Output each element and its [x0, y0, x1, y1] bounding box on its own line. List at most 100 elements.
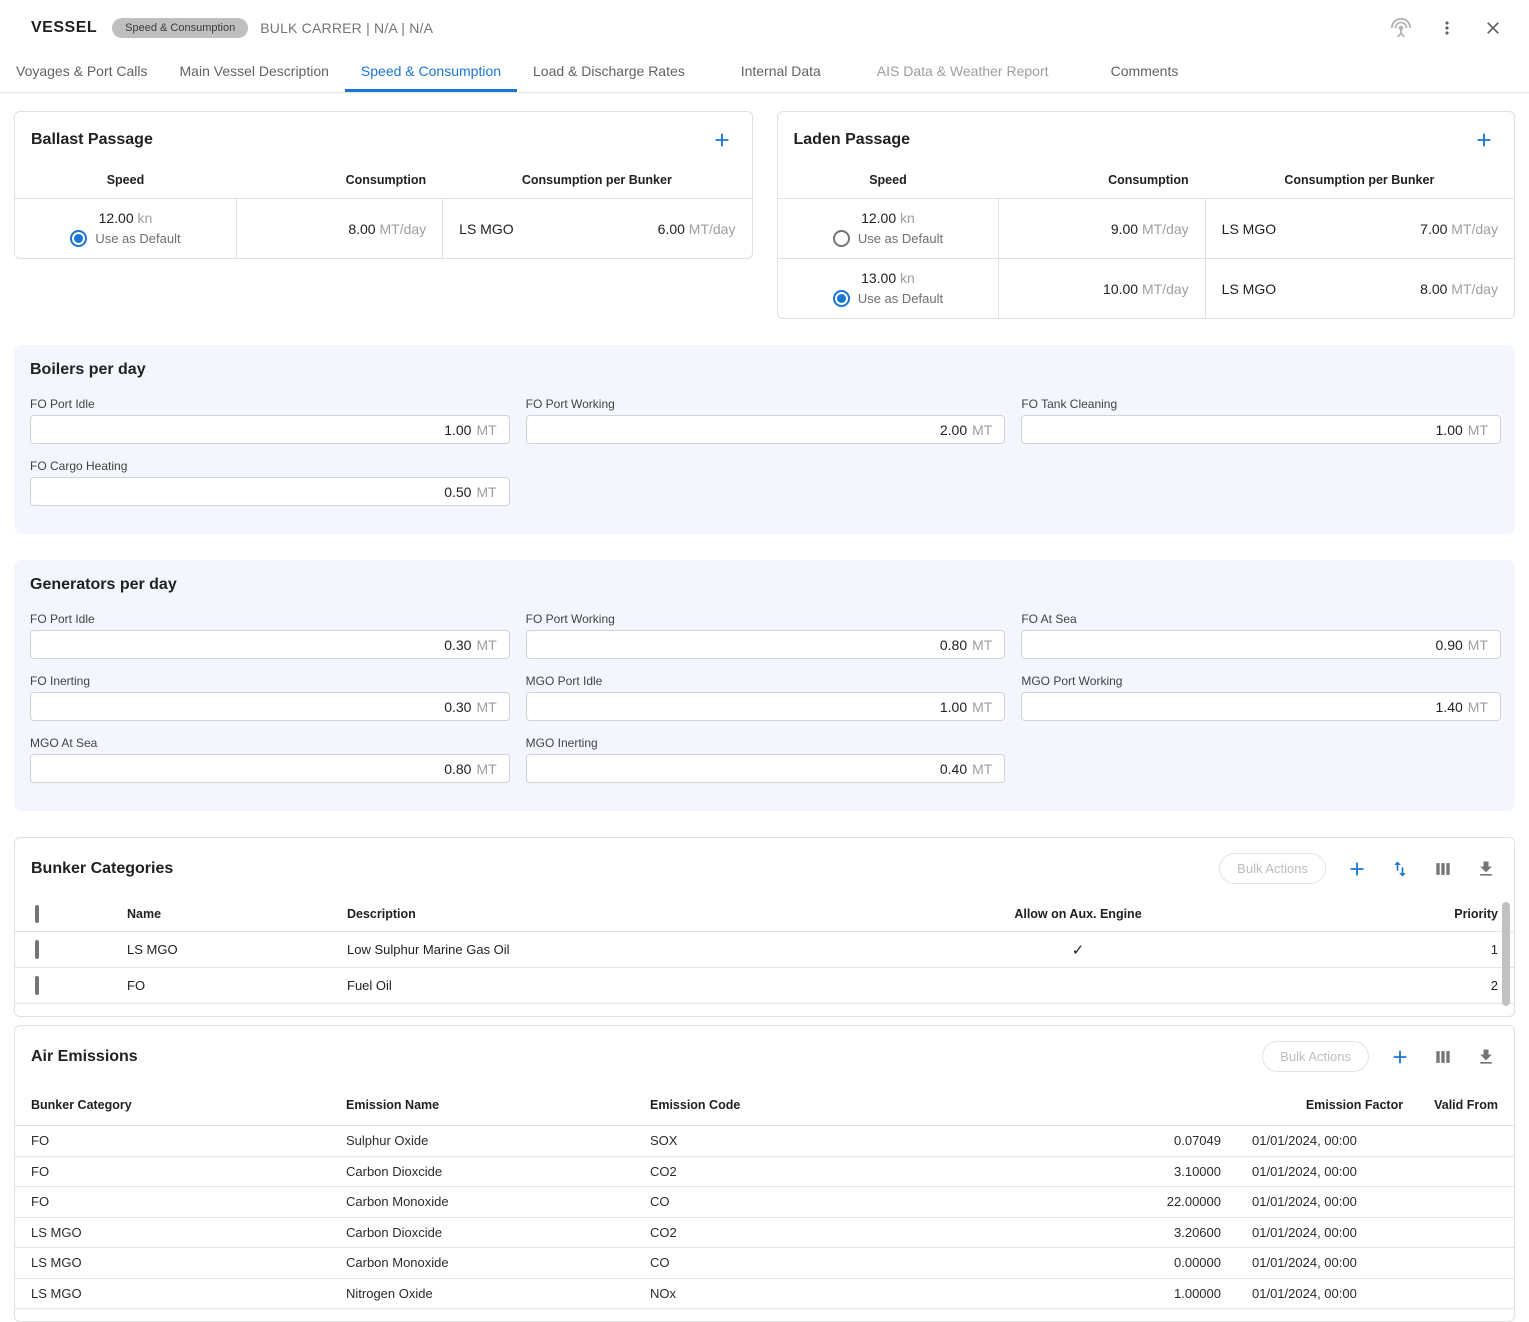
row-checkbox[interactable] [35, 940, 39, 959]
bunker-categories-title: Bunker Categories [31, 860, 173, 878]
add-laden-speed-button[interactable] [1472, 128, 1496, 152]
column-consumption-per-bunker: Consumption per Bunker [442, 173, 751, 187]
emission-valid-from: 01/01/2024, 00:00 [1221, 1133, 1498, 1148]
column-emission-factor: Emission Factor [650, 1098, 1403, 1112]
emission-factor: CO23.10000 [650, 1164, 1221, 1179]
table-row[interactable]: FO Fuel Oil 2 [15, 968, 1514, 1004]
field-mgo-port-working: MGO Port Working 1.40MT [1021, 674, 1501, 721]
ballast-passage-card: Ballast Passage Speed Consumption Consum… [14, 111, 753, 259]
generators-per-day-section: Generators per day FO Port Idle 0.30MT F… [14, 560, 1515, 811]
laden-passage-card: Laden Passage Speed Consumption Consumpt… [777, 111, 1516, 319]
radio-icon[interactable] [833, 290, 850, 307]
column-speed: Speed [778, 173, 999, 187]
fo-cargo-heating-input[interactable]: 0.50MT [30, 477, 510, 506]
field-fo-inerting: FO Inerting 0.30MT [30, 674, 510, 721]
gen-fo-inerting-input[interactable]: 0.30MT [30, 692, 510, 721]
emission-code: SOX [650, 1133, 677, 1148]
close-icon[interactable] [1481, 16, 1505, 40]
column-consumption: Consumption [998, 173, 1204, 187]
table-row[interactable]: LS MGO Carbon Monoxide CO0.00000 01/01/2… [15, 1248, 1514, 1279]
tab-comments[interactable]: Comments [1065, 50, 1225, 92]
app-header: VESSEL Speed & Consumption BULK CARRER |… [0, 0, 1529, 50]
emission-factor: CO22.00000 [650, 1194, 1221, 1209]
tab-speed-consumption[interactable]: Speed & Consumption [345, 50, 517, 92]
use-as-default-radio[interactable]: Use as Default [70, 230, 180, 247]
gen-mgo-inerting-input[interactable]: 0.40MT [526, 754, 1006, 783]
gen-fo-port-idle-input[interactable]: 0.30MT [30, 630, 510, 659]
bulk-actions-button[interactable]: Bulk Actions [1219, 853, 1326, 884]
speed-value: 13.00 kn [861, 270, 915, 286]
radio-icon[interactable] [833, 230, 850, 247]
field-mgo-port-idle: MGO Port Idle 1.00MT [526, 674, 1006, 721]
download-icon[interactable] [1474, 857, 1498, 881]
field-fo-port-idle: FO Port Idle 1.00MT [30, 397, 510, 444]
laden-row[interactable]: 12.00 kn Use as Default 9.00 MT/day LS M… [778, 198, 1515, 258]
gen-mgo-port-idle-input[interactable]: 1.00MT [526, 692, 1006, 721]
add-bunker-category-button[interactable] [1345, 857, 1369, 881]
antenna-icon[interactable] [1389, 16, 1413, 40]
use-as-default-radio[interactable]: Use as Default [833, 290, 943, 307]
column-consumption: Consumption [236, 173, 442, 187]
columns-icon[interactable] [1431, 1045, 1455, 1069]
fo-port-idle-input[interactable]: 1.00MT [30, 415, 510, 444]
emission-factor: NOx1.00000 [650, 1286, 1221, 1301]
tab-internal-data[interactable]: Internal Data [701, 50, 861, 92]
tab-ais-data-weather-report[interactable]: AIS Data & Weather Report [861, 50, 1065, 92]
gen-fo-at-sea-input[interactable]: 0.90MT [1021, 630, 1501, 659]
emission-name: Nitrogen Oxide [346, 1286, 650, 1301]
bunker-consumption-cell: LS MGO 6.00 MT/day [442, 199, 751, 258]
ballast-row[interactable]: 12.00 kn Use as Default 8.00 MT/day LS M… [15, 198, 752, 258]
emission-name: Sulphur Oxide [346, 1133, 650, 1148]
gen-mgo-port-working-input[interactable]: 1.40MT [1021, 692, 1501, 721]
emission-valid-from: 01/01/2024, 00:00 [1221, 1286, 1498, 1301]
use-as-default-radio[interactable]: Use as Default [833, 230, 943, 247]
bunker-categories-card: Bunker Categories Bulk Actions Name Desc… [14, 837, 1515, 1017]
laden-passage-title: Laden Passage [794, 131, 911, 149]
boilers-title: Boilers per day [30, 361, 1501, 379]
select-all-checkbox[interactable] [35, 905, 39, 923]
air-emissions-title: Air Emissions [31, 1048, 138, 1066]
fo-port-working-input[interactable]: 2.00MT [526, 415, 1006, 444]
tab-main-vessel-description[interactable]: Main Vessel Description [164, 50, 345, 92]
page-title: VESSEL [31, 19, 97, 37]
add-ballast-speed-button[interactable] [710, 128, 734, 152]
table-row[interactable]: FO Carbon Monoxide CO22.00000 01/01/2024… [15, 1187, 1514, 1218]
emission-name: Carbon Monoxide [346, 1255, 650, 1270]
emission-name: Carbon Dioxcide [346, 1225, 650, 1240]
boilers-per-day-section: Boilers per day FO Port Idle 1.00MT FO P… [14, 345, 1515, 534]
emission-valid-from: 01/01/2024, 00:00 [1221, 1255, 1498, 1270]
column-allow-aux-engine: Allow on Aux. Engine [948, 907, 1208, 921]
laden-row[interactable]: 13.00 kn Use as Default 10.00 MT/day LS … [778, 258, 1515, 318]
emission-code: NOx [650, 1286, 676, 1301]
bunker-consumption-cell: LS MGO 7.00 MT/day [1205, 199, 1514, 258]
emission-category: LS MGO [31, 1255, 346, 1270]
gen-fo-port-working-input[interactable]: 0.80MT [526, 630, 1006, 659]
kebab-menu-icon[interactable] [1435, 16, 1459, 40]
table-row[interactable]: LS MGO Low Sulphur Marine Gas Oil ✓ 1 [15, 932, 1514, 968]
radio-icon[interactable] [70, 230, 87, 247]
bulk-actions-button[interactable]: Bulk Actions [1262, 1041, 1369, 1072]
table-row[interactable]: LS MGO Nitrogen Oxide NOx1.00000 01/01/2… [15, 1279, 1514, 1310]
table-scrollbar[interactable] [1502, 902, 1510, 1006]
row-checkbox[interactable] [35, 976, 39, 995]
fo-tank-cleaning-input[interactable]: 1.00MT [1021, 415, 1501, 444]
bunker-description: Fuel Oil [347, 978, 948, 993]
column-name: Name [127, 907, 347, 921]
emission-factor: CO23.20600 [650, 1225, 1221, 1240]
sort-icon[interactable] [1388, 857, 1412, 881]
speed-value: 12.00 kn [861, 210, 915, 226]
add-emission-button[interactable] [1388, 1045, 1412, 1069]
columns-icon[interactable] [1431, 857, 1455, 881]
generators-title: Generators per day [30, 576, 1501, 594]
table-row[interactable]: FO Sulphur Oxide SOX0.07049 01/01/2024, … [15, 1126, 1514, 1157]
emission-code: CO2 [650, 1225, 677, 1240]
gen-mgo-at-sea-input[interactable]: 0.80MT [30, 754, 510, 783]
tab-load-discharge-rates[interactable]: Load & Discharge Rates [517, 50, 701, 92]
emissions-table-header: Bunker Category Emission Name Emission C… [15, 1084, 1514, 1126]
table-row[interactable]: LS MGO Carbon Dioxcide CO23.20600 01/01/… [15, 1218, 1514, 1249]
download-icon[interactable] [1474, 1045, 1498, 1069]
table-row[interactable]: FO Carbon Dioxcide CO23.10000 01/01/2024… [15, 1157, 1514, 1188]
tab-voyages-port-calls[interactable]: Voyages & Port Calls [0, 50, 164, 92]
bunker-priority: 2 [1208, 978, 1498, 993]
emission-name: Carbon Dioxcide [346, 1164, 650, 1179]
